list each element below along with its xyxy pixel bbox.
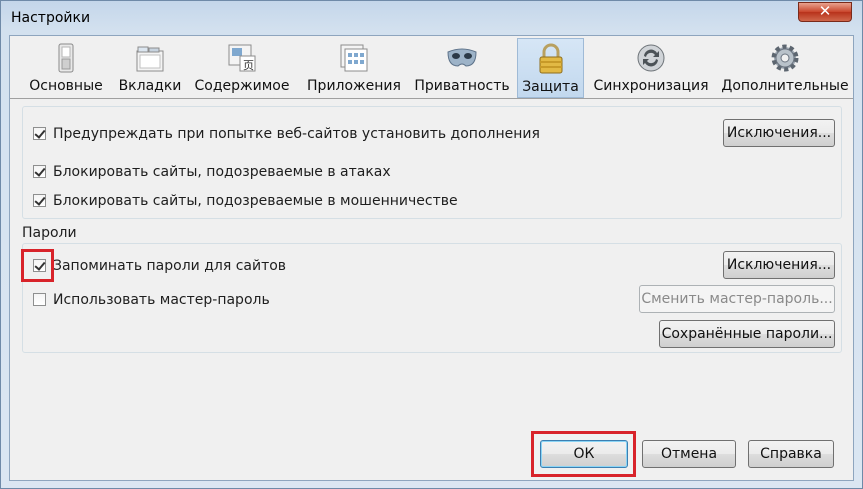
password-exceptions-button[interactable]: Исключения... bbox=[723, 251, 835, 279]
block-attack-label: Блокировать сайты, подозреваемые в атака… bbox=[53, 164, 391, 180]
tab-general[interactable]: Основные bbox=[22, 38, 110, 98]
gear-icon bbox=[771, 44, 799, 72]
security-panel: Предупреждать при попытке веб-сайтов уст… bbox=[22, 106, 842, 219]
block-forgery-checkbox[interactable] bbox=[33, 193, 46, 207]
ok-highlight-frame bbox=[531, 431, 636, 477]
master-password-label: Использовать мастер-пароль bbox=[53, 292, 270, 308]
tab-tabs[interactable]: Вкладки bbox=[114, 38, 186, 98]
tabs-icon bbox=[136, 46, 164, 72]
tab-advanced[interactable]: Дополнительные bbox=[720, 38, 850, 98]
remember-passwords-row[interactable]: Запоминать пароли для сайтов bbox=[33, 256, 286, 276]
help-button[interactable]: Справка bbox=[748, 440, 834, 468]
master-password-checkbox[interactable] bbox=[33, 292, 46, 306]
sync-icon bbox=[637, 44, 665, 72]
close-button[interactable]: ✕ bbox=[798, 2, 852, 22]
settings-window: Настройки ✕ Основные Вкладки 页 Содержимо… bbox=[0, 0, 863, 489]
title-bar[interactable]: Настройки ✕ bbox=[1, 1, 862, 35]
window-title: Настройки bbox=[11, 10, 91, 26]
remember-passwords-label: Запоминать пароли для сайтов bbox=[53, 258, 287, 274]
warn-addons-row[interactable]: Предупреждать при попытке веб-сайтов уст… bbox=[33, 124, 540, 144]
tab-label: Дополнительные bbox=[721, 78, 849, 94]
security-pane: Предупреждать при попытке веб-сайтов уст… bbox=[10, 100, 853, 480]
tab-label: Приватность bbox=[414, 78, 510, 94]
change-master-password-button[interactable]: Сменить мастер-пароль... bbox=[639, 285, 835, 313]
warn-addons-label: Предупреждать при попытке веб-сайтов уст… bbox=[53, 126, 540, 142]
svg-text:页: 页 bbox=[243, 59, 254, 72]
checkbox-highlight-frame bbox=[21, 249, 54, 282]
block-forgery-label: Блокировать сайты, подозреваемые в мошен… bbox=[53, 193, 458, 209]
content-icon: 页 bbox=[228, 44, 256, 72]
block-attack-checkbox[interactable] bbox=[33, 164, 46, 178]
warn-addons-checkbox[interactable] bbox=[33, 126, 46, 140]
tab-label: Синхронизация bbox=[593, 78, 709, 94]
mask-icon bbox=[447, 48, 477, 67]
addon-exceptions-button[interactable]: Исключения... bbox=[723, 119, 835, 147]
dialog-client: Основные Вкладки 页 Содержимое Приложения… bbox=[9, 35, 854, 481]
preferences-toolbar: Основные Вкладки 页 Содержимое Приложения… bbox=[10, 36, 853, 99]
block-attack-row[interactable]: Блокировать сайты, подозреваемые в атака… bbox=[33, 162, 391, 182]
lock-icon bbox=[539, 43, 562, 74]
tab-label: Основные bbox=[29, 78, 103, 94]
applications-icon bbox=[340, 44, 368, 72]
master-password-row[interactable]: Использовать мастер-пароль bbox=[33, 290, 270, 310]
tab-sync[interactable]: Синхронизация bbox=[590, 38, 712, 98]
passwords-panel: Запоминать пароли для сайтов Исключения.… bbox=[22, 243, 842, 353]
tab-content[interactable]: 页 Содержимое bbox=[190, 38, 294, 98]
tab-label: Вкладки bbox=[118, 78, 182, 94]
tab-label: Содержимое bbox=[194, 78, 290, 94]
block-forgery-row[interactable]: Блокировать сайты, подозреваемые в мошен… bbox=[33, 191, 458, 211]
passwords-group-label: Пароли bbox=[22, 225, 77, 241]
tab-applications[interactable]: Приложения bbox=[302, 38, 406, 98]
switch-icon bbox=[58, 43, 74, 73]
tab-privacy[interactable]: Приватность bbox=[412, 38, 512, 98]
tab-label: Защита bbox=[522, 79, 579, 95]
cancel-button[interactable]: Отмена bbox=[642, 440, 736, 468]
tab-security[interactable]: Защита bbox=[517, 38, 584, 98]
saved-passwords-button[interactable]: Сохранённые пароли... bbox=[659, 320, 835, 348]
tab-label: Приложения bbox=[307, 78, 401, 94]
